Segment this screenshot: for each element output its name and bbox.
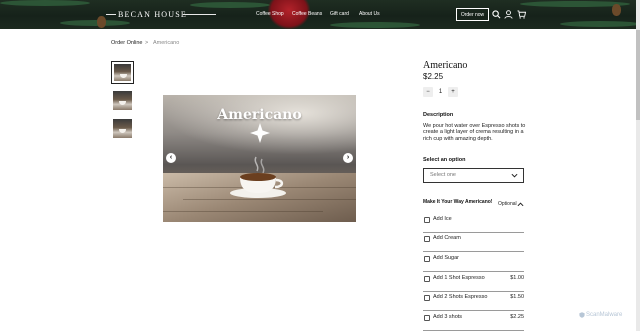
nav-about-us[interactable]: About Us (359, 11, 380, 17)
option-name: Add 1 Shot Espresso (433, 275, 485, 281)
thumbnail-image (113, 119, 132, 138)
gallery-thumbnail[interactable] (111, 117, 134, 140)
pine-decoration (330, 22, 420, 28)
product-description: We pour hot water over Espresso shots to… (423, 123, 526, 142)
pine-decoration (60, 20, 130, 26)
pine-decoration (560, 21, 640, 27)
star-icon (250, 123, 270, 143)
product-main-image: Americano (163, 95, 356, 222)
checkbox[interactable] (424, 315, 430, 321)
logo[interactable]: BECAN HOUSE (118, 10, 187, 19)
search-icon[interactable] (492, 10, 501, 19)
wood-grain (163, 211, 323, 212)
logo-rule-right (183, 14, 216, 15)
checkbox[interactable] (424, 217, 430, 223)
gallery-thumbnail[interactable] (111, 61, 134, 84)
pine-decoration (190, 2, 270, 8)
checkbox[interactable] (424, 236, 430, 242)
image-caption: Americano (217, 107, 302, 123)
option-price: $1.00 (510, 275, 524, 281)
chevron-up-icon[interactable] (517, 201, 524, 208)
account-icon[interactable] (504, 10, 513, 19)
pinecone-decoration (612, 4, 621, 16)
modifier-option-row[interactable]: Add 2 Shots Espresso $1.50 (423, 292, 524, 311)
checkbox[interactable] (424, 295, 430, 301)
modifier-option-row[interactable]: Add 1 Shot Espresso $1.00 (423, 273, 524, 292)
gallery-next-button[interactable]: › (343, 153, 353, 163)
thumbnail-image (113, 91, 132, 110)
option-price: $2.25 (510, 314, 524, 320)
option-select-value: Select one (430, 172, 456, 178)
breadcrumb-separator: > (145, 40, 149, 46)
chevron-down-icon (511, 173, 518, 178)
shield-icon (579, 312, 585, 318)
description-heading: Description (423, 112, 454, 118)
option-select[interactable]: Select one (423, 168, 524, 183)
order-now-button[interactable]: Order now (456, 8, 489, 21)
option-name: Add 2 Shots Espresso (433, 294, 488, 300)
thumbnail-image (114, 64, 131, 81)
quantity-decrease-button[interactable]: − (423, 86, 433, 97)
pine-decoration (0, 0, 90, 6)
nav-coffee-beans[interactable]: Coffee Beans (292, 11, 322, 17)
checkbox[interactable] (424, 276, 430, 282)
quantity-value[interactable]: 1 (433, 89, 448, 95)
nav-coffee-shop[interactable]: Coffee Shop (256, 11, 284, 17)
option-price: $1.50 (510, 294, 524, 300)
logo-rule-left (106, 14, 116, 15)
checkbox[interactable] (424, 256, 430, 262)
option-name: Add Sugar (433, 255, 459, 261)
modifier-option-row[interactable]: Add Cream (423, 233, 524, 252)
gallery-thumbnail[interactable] (111, 89, 134, 112)
select-option-heading: Select an option (423, 157, 466, 163)
modifier-option-row[interactable]: Add Ice (423, 214, 524, 233)
gallery-prev-button[interactable]: ‹ (166, 153, 176, 163)
breadcrumb-current: Americano (153, 40, 180, 46)
watermark-text: ScanMalware (586, 312, 623, 318)
site-header: BECAN HOUSE Coffee Shop Coffee Beans Gif… (0, 0, 640, 29)
scrollbar-thumb[interactable] (636, 30, 640, 120)
coffee-cup-illustration (230, 156, 286, 198)
page-scrollbar[interactable] (636, 0, 640, 331)
breadcrumb-order-online[interactable]: Order Online (111, 40, 143, 46)
nav-gift-card[interactable]: Gift card (330, 11, 349, 17)
modifier-optional-label: Optional (498, 201, 517, 207)
product-price: $2.25 (423, 72, 444, 81)
modifier-option-row[interactable]: Add Sugar (423, 253, 524, 272)
option-name: Add Ice (433, 216, 452, 222)
product-title: Americano (423, 60, 468, 71)
cart-icon[interactable] (517, 10, 526, 19)
quantity-stepper: − 1 + (423, 86, 458, 97)
option-name: Add Cream (433, 235, 461, 241)
quantity-increase-button[interactable]: + (448, 86, 458, 97)
option-name: Add 3 shots (433, 314, 463, 320)
modifier-option-row[interactable]: Add 3 shots $2.25 (423, 312, 524, 331)
pinecone-decoration (97, 16, 106, 28)
modifier-group-title: Make It Your Way Americano! (423, 199, 493, 205)
